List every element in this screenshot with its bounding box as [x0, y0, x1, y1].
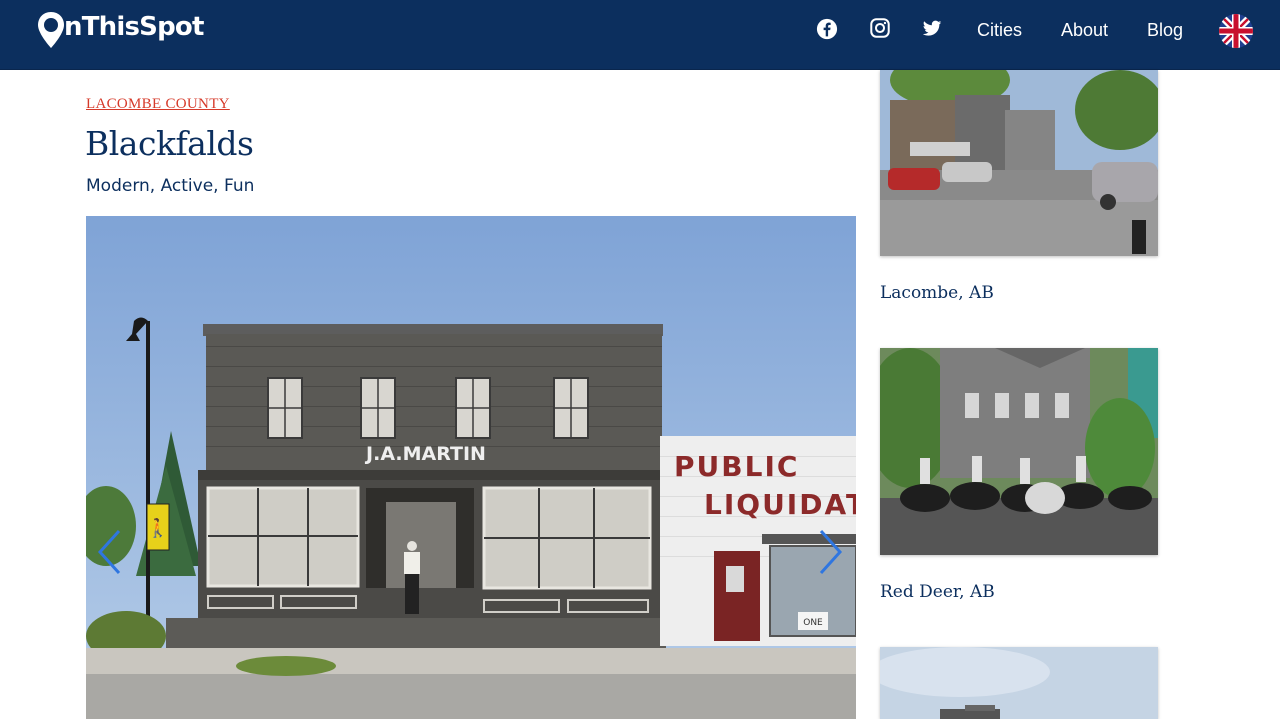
map-pin-icon — [38, 12, 64, 48]
city-card-title[interactable]: Red Deer, AB — [880, 582, 995, 602]
nav-cities[interactable]: Cities — [977, 20, 1022, 41]
door-sign: ONE — [803, 618, 823, 628]
city-photo — [880, 647, 1158, 719]
page-title: Blackfalds — [85, 124, 254, 163]
nav-about[interactable]: About — [1061, 20, 1108, 41]
uk-flag-icon[interactable] — [1218, 13, 1254, 49]
city-card-title[interactable]: Lacombe, AB — [880, 283, 994, 303]
photo-carousel[interactable]: 🚶 J.A.MARTIN PUBLIC LIQUIDAT ONE — [86, 216, 856, 719]
page-subtitle: Modern, Active, Fun — [86, 176, 255, 196]
instagram-icon[interactable] — [869, 17, 891, 39]
site-logo[interactable]: nThisSpot — [36, 10, 204, 50]
red-deer-photo — [880, 348, 1158, 555]
carousel-next-arrow[interactable] — [818, 528, 844, 576]
then-and-now-photo: 🚶 J.A.MARTIN PUBLIC LIQUIDAT ONE — [86, 216, 856, 719]
lacombe-photo — [880, 70, 1158, 256]
breadcrumb-county[interactable]: LACOMBE COUNTY — [86, 96, 230, 113]
logo-text: nThisSpot — [64, 12, 204, 42]
neighbor-sign-line1: PUBLIC — [674, 450, 799, 483]
neighbor-sign-line2: LIQUIDAT — [704, 488, 856, 521]
carousel-prev-arrow[interactable] — [96, 528, 122, 576]
svg-text:🚶: 🚶 — [147, 517, 169, 539]
city-card-image[interactable] — [880, 70, 1158, 256]
site-header: nThisSpot Cities About Blog — [0, 0, 1280, 70]
city-card-image[interactable] — [880, 348, 1158, 555]
store-sign: J.A.MARTIN — [364, 443, 486, 465]
nav-blog[interactable]: Blog — [1147, 20, 1183, 41]
city-card-image[interactable] — [880, 647, 1158, 719]
twitter-icon[interactable] — [921, 17, 943, 39]
facebook-icon[interactable] — [816, 18, 838, 40]
